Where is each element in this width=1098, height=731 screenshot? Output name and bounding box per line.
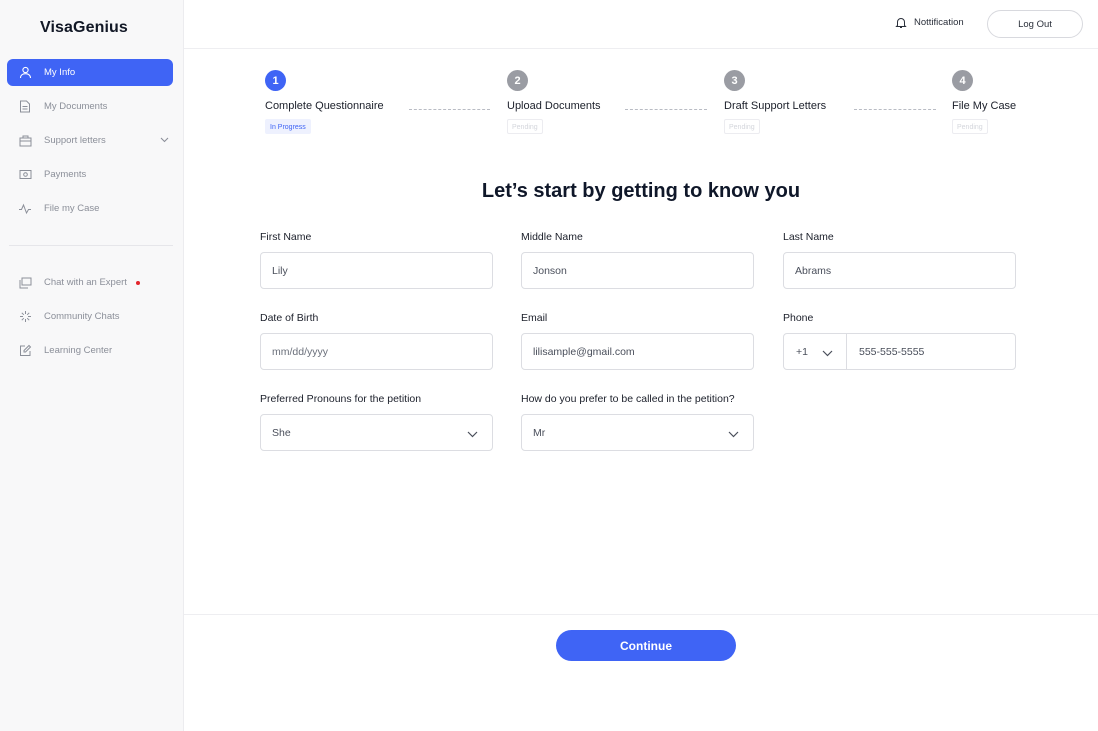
field-label: Preferred Pronouns for the petition xyxy=(260,393,422,405)
pronouns-select[interactable]: She xyxy=(260,414,493,451)
email-field: Email lilisample@gmail.com xyxy=(521,312,754,370)
middle-name-field: Middle Name Jonson xyxy=(521,231,754,289)
page-title: Let’s start by getting to know you xyxy=(481,180,801,202)
sparkle-icon xyxy=(18,310,32,324)
sidebar-nav: My Info My Documents Support letters Pay… xyxy=(7,59,173,229)
dob-input[interactable]: mm/dd/yyyy xyxy=(260,333,493,370)
sidebar-item-label: Support letters xyxy=(44,135,106,146)
step-complete-questionnaire[interactable]: 1 Complete Questionnaire In Progress xyxy=(265,70,384,134)
sidebar-item-community-chats[interactable]: Community Chats xyxy=(7,303,173,330)
step-label: Complete Questionnaire xyxy=(265,100,384,112)
notification-label: Nottification xyxy=(914,17,964,28)
sidebar-item-my-info[interactable]: My Info xyxy=(7,59,173,86)
step-upload-documents[interactable]: 2 Upload Documents Pending xyxy=(507,70,601,134)
sidebar-item-file-my-case[interactable]: File my Case xyxy=(7,195,173,222)
country-code-value: +1 xyxy=(796,345,808,358)
sidebar-item-label: Chat with an Expert xyxy=(44,277,127,288)
chat-icon xyxy=(18,276,32,290)
step-number: 3 xyxy=(724,70,745,91)
brand-logo: VisaGenius xyxy=(40,19,128,36)
status-badge: Pending xyxy=(952,119,988,134)
called-select[interactable]: Mr xyxy=(521,414,754,451)
sidebar-item-label: File my Case xyxy=(44,203,100,214)
sidebar-item-payments[interactable]: Payments xyxy=(7,161,173,188)
step-connector xyxy=(409,109,490,110)
step-file-my-case[interactable]: 4 File My Case Pending xyxy=(952,70,1016,134)
chevron-down-icon[interactable] xyxy=(160,135,169,146)
phone-field: Phone +1 555-555-5555 xyxy=(783,312,1016,370)
field-label: How do you prefer to be called in the pe… xyxy=(521,393,735,405)
app-window: VisaGenius My Info My Documents Support … xyxy=(0,0,1098,731)
sidebar-item-my-documents[interactable]: My Documents xyxy=(7,93,173,120)
sidebar-item-chat-with-expert[interactable]: Chat with an Expert xyxy=(7,269,173,296)
email-input[interactable]: lilisample@gmail.com xyxy=(521,333,754,370)
step-number: 2 xyxy=(507,70,528,91)
step-number: 4 xyxy=(952,70,973,91)
last-name-input[interactable]: Abrams xyxy=(783,252,1016,289)
payment-icon xyxy=(18,168,32,182)
sidebar-item-label: Payments xyxy=(44,169,87,180)
sidebar: VisaGenius My Info My Documents Support … xyxy=(0,0,184,731)
activity-icon xyxy=(18,202,32,216)
edit-icon xyxy=(18,344,32,358)
continue-button[interactable]: Continue xyxy=(556,630,736,661)
letters-icon xyxy=(18,134,32,148)
chevron-down-icon xyxy=(467,429,478,441)
pronouns-field: Preferred Pronouns for the petition She xyxy=(260,393,493,451)
step-label: File My Case xyxy=(952,100,1017,112)
sidebar-secondary-nav: Chat with an Expert Community Chats Lear… xyxy=(7,269,173,371)
sidebar-item-label: Learning Center xyxy=(44,345,113,356)
sidebar-divider xyxy=(9,245,173,246)
step-draft-support-letters[interactable]: 3 Draft Support Letters Pending xyxy=(724,70,826,134)
field-label: Email xyxy=(521,312,548,324)
called-value: Mr xyxy=(533,426,546,439)
user-icon xyxy=(18,66,32,80)
field-label: First Name xyxy=(260,231,312,243)
field-label: Middle Name xyxy=(521,231,583,243)
notification-dot xyxy=(135,280,140,285)
chevron-down-icon xyxy=(822,348,833,360)
top-bar: Nottification Log Out xyxy=(184,0,1098,49)
footer-divider xyxy=(184,614,1098,615)
sidebar-item-support-letters[interactable]: Support letters xyxy=(7,127,173,154)
phone-input-group: +1 555-555-5555 xyxy=(783,333,1016,370)
step-connector xyxy=(625,109,707,110)
chevron-down-icon xyxy=(728,429,739,441)
notification-button[interactable]: Nottification xyxy=(895,16,964,29)
field-label: Date of Birth xyxy=(260,312,319,324)
step-label: Draft Support Letters xyxy=(724,100,827,112)
sidebar-item-learning-center[interactable]: Learning Center xyxy=(7,337,173,364)
sidebar-item-label: My Documents xyxy=(44,101,108,112)
field-label: Last Name xyxy=(783,231,834,243)
called-field: How do you prefer to be called in the pe… xyxy=(521,393,754,451)
status-badge: Pending xyxy=(724,119,760,134)
middle-name-input[interactable]: Jonson xyxy=(521,252,754,289)
field-label: Phone xyxy=(783,312,814,324)
sidebar-item-label: Community Chats xyxy=(44,311,120,322)
country-code-select[interactable]: +1 xyxy=(784,334,847,369)
sidebar-item-label: My Info xyxy=(44,67,76,78)
status-badge: Pending xyxy=(507,119,543,134)
dob-field: Date of Birth mm/dd/yyyy xyxy=(260,312,493,370)
pronouns-value: She xyxy=(272,426,291,439)
step-connector xyxy=(854,109,936,110)
last-name-field: Last Name Abrams xyxy=(783,231,1016,289)
first-name-input[interactable]: Lily xyxy=(260,252,493,289)
step-label: Upload Documents xyxy=(507,100,601,112)
first-name-field: First Name Lily xyxy=(260,231,493,289)
step-number: 1 xyxy=(265,70,286,91)
document-icon xyxy=(18,100,32,114)
logout-button[interactable]: Log Out xyxy=(987,10,1083,38)
main-content: Nottification Log Out 1 Complete Questio… xyxy=(184,0,1098,731)
status-badge: In Progress xyxy=(265,119,311,134)
bell-icon xyxy=(895,16,907,29)
phone-number-input[interactable]: 555-555-5555 xyxy=(847,334,1015,369)
